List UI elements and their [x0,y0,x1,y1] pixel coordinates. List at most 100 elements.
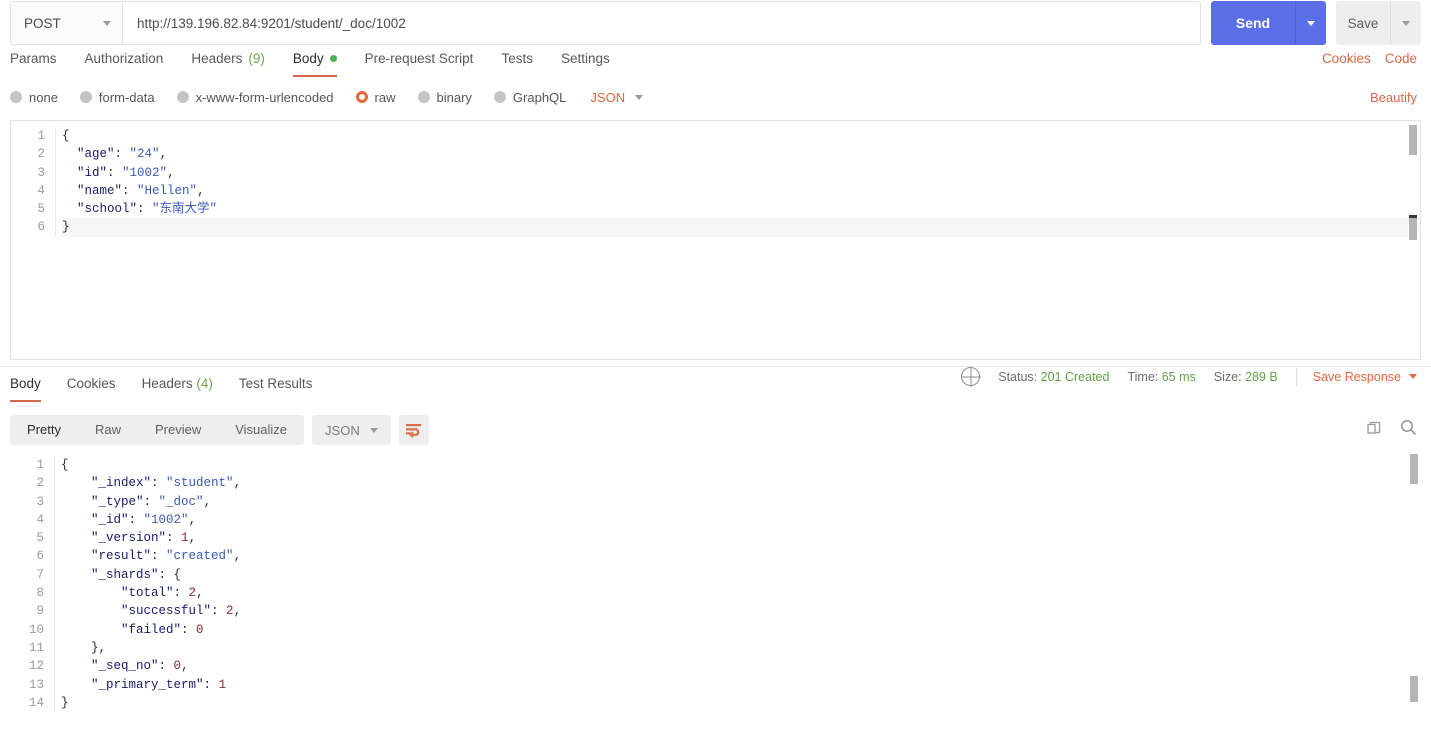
response-tab-body[interactable]: Body [10,376,41,402]
code-line: "total": 2, [121,586,204,601]
line-number: 2 [36,476,44,491]
send-options-button[interactable] [1295,1,1326,45]
body-type-radio-binary[interactable]: binary [417,89,472,105]
save-options-button[interactable] [1390,1,1421,45]
code-line: { [61,458,69,472]
line-number: 11 [28,640,44,655]
size-value: 289 B [1245,369,1278,384]
response-body-viewer[interactable]: 1 2 3 4 5 6 7 8 9 10 11 12 13 14 { "_index": "student… [10,450,1421,720]
request-url-input[interactable]: http://139.196.82.84:9201/student/_doc/1… [122,1,1201,45]
save-response-button[interactable]: Save Response [1313,370,1417,384]
raw-format-label: JSON [590,89,626,105]
response-view-mode-pretty[interactable]: Pretty [10,415,78,445]
code-line: "school": "东南大学" [77,202,218,217]
request-editor-scrollbar[interactable] [1408,121,1419,359]
response-view-mode-preview[interactable]: Preview [138,415,218,445]
request-tab-authorization[interactable]: Authorization [85,45,164,77]
request-tab-params[interactable]: Params [10,45,57,77]
request-tab-tests[interactable]: Tests [501,45,533,77]
response-format-label: JSON [325,422,360,438]
copy-button[interactable] [1366,420,1382,439]
body-type-label: form-data [98,89,155,105]
wrap-lines-button[interactable] [398,415,429,445]
code-line: "_type": "_doc", [91,494,212,509]
save-button[interactable]: Save [1336,1,1390,45]
scrollbar-thumb-secondary[interactable] [1410,676,1418,702]
code-line: "age": "24", [77,147,168,162]
response-tab-test-results[interactable]: Test Results [239,376,313,402]
code-line: }, [91,640,107,655]
tab-label: Authorization [84,51,164,66]
send-button-group: Send [1211,1,1326,45]
radio-icon [176,91,189,103]
code-line: "name": "Hellen", [77,183,205,198]
status-item: Status: 201 Created [998,370,1109,384]
tab-label: Cookies [66,376,116,391]
line-number: 10 [28,622,44,637]
request-tabs: Params Authorization Headers (9) Body Pre-req… [0,45,1431,80]
request-line-numbers: 1 2 3 4 5 6 [11,127,55,237]
line-number: 4 [37,183,45,198]
body-type-radio-form-data[interactable]: form-data [79,89,155,105]
code-line: { [62,129,70,143]
chevron-down-icon [1307,20,1315,26]
time-label: Time: [1127,369,1159,384]
body-present-dot-icon [329,55,337,62]
code-line: "_primary_term": 1 [91,677,227,692]
copy-icon [1367,421,1381,434]
http-method-select[interactable]: POST [10,1,122,45]
save-button-group: Save [1336,1,1421,45]
response-view-mode-raw[interactable]: Raw [78,415,138,445]
body-type-radio-x-www-form-urlencoded[interactable]: x-www-form-urlencoded [176,89,334,105]
request-url-text: http://139.196.82.84:9201/student/_doc/1… [137,15,406,31]
line-number: 8 [36,586,44,601]
line-number: 1 [36,458,44,472]
response-status-group: Status: 201 Created Time: 65 ms Size: 28… [961,367,1417,386]
body-type-label: GraphQL [512,89,567,105]
tab-label: Headers [141,376,193,391]
code-link[interactable]: Code [1385,51,1417,66]
line-number: 13 [28,677,44,692]
code-line: } [62,218,1420,237]
body-type-radio-graphql[interactable]: GraphQL [493,89,567,105]
request-url-bar: POST http://139.196.82.84:9201/student/_… [0,0,1431,45]
raw-format-select[interactable]: JSON [590,89,644,105]
request-code-lines[interactable]: { "age": "24", "id": "1002", "name": "He… [55,127,1420,237]
chevron-down-icon [103,20,111,26]
response-code-area: 1 2 3 4 5 6 7 8 9 10 11 12 13 14 { "_index": "student… [10,450,1421,713]
body-type-label: x-www-form-urlencoded [195,89,334,105]
cookies-link[interactable]: Cookies [1322,51,1371,66]
response-code-lines[interactable]: { "_index": "student", "_type": "_doc", … [54,456,1421,713]
beautify-link[interactable]: Beautify [1370,90,1417,105]
response-view-mode-visualize[interactable]: Visualize [218,415,304,445]
scrollbar-thumb[interactable] [1410,454,1418,484]
tab-label: Pre-request Script [364,51,474,66]
line-number: 6 [36,549,44,564]
response-tab-headers[interactable]: Headers (4) [142,376,213,402]
request-body-editor[interactable]: 1 2 3 4 5 6 { "age": "24", "id": "1002", "nam… [10,120,1421,360]
body-type-label: binary [436,89,472,105]
response-format-select[interactable]: JSON [312,415,391,445]
body-type-label: none [29,89,58,105]
response-viewer-scrollbar[interactable] [1409,450,1420,720]
chevron-down-icon [1402,20,1410,26]
scrollbar-thumb[interactable] [1409,125,1417,155]
line-number: 9 [36,604,44,619]
request-code-area: 1 2 3 4 5 6 { "age": "24", "id": "1002", "nam… [11,121,1420,237]
request-tab-pre-request-script[interactable]: Pre-request Script [365,45,474,77]
body-type-radio-none[interactable]: none [10,90,58,105]
body-type-radio-raw[interactable]: raw [355,90,396,105]
request-tab-headers[interactable]: Headers (9) [191,45,265,77]
scrollbar-thumb-secondary[interactable] [1409,218,1417,240]
line-number: 3 [37,165,45,180]
send-button[interactable]: Send [1211,1,1295,45]
request-tab-body[interactable]: Body [292,45,337,77]
request-tab-links: Cookies Code [1322,51,1417,66]
line-number: 2 [37,147,45,162]
response-view-toolbar: Pretty Raw Preview Visualize JSON [0,408,1431,446]
search-button[interactable] [1400,419,1417,439]
request-tab-settings[interactable]: Settings [561,45,610,77]
tab-count: (9) [248,51,265,66]
status-label: Status: [998,369,1038,384]
response-tab-cookies[interactable]: Cookies [67,376,116,402]
